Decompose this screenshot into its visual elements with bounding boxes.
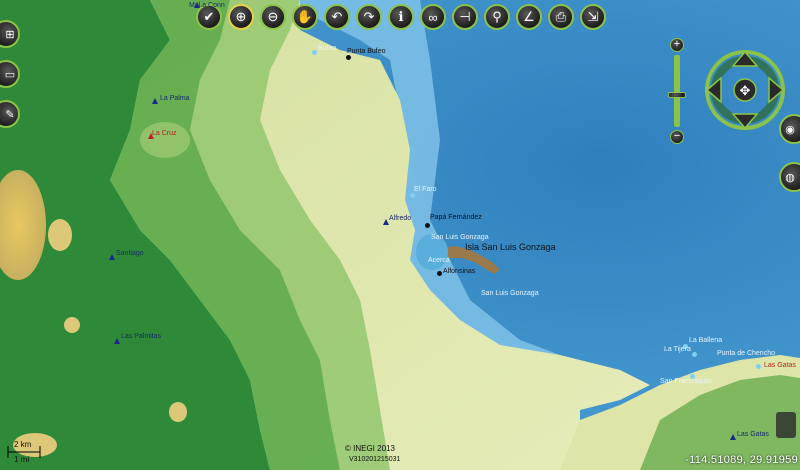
printer-icon: ⎙ (555, 9, 567, 24)
back-tool[interactable]: ↶ (324, 4, 350, 30)
map-canvas[interactable]: ✥ (0, 0, 800, 470)
place-label-la-tijera: La Tijera (664, 346, 691, 353)
place-label-las-gatas: Las Gatas (737, 431, 769, 438)
place-label-punta-chencho: Punta de Chencho (717, 350, 775, 357)
version-text: V310201215031 (349, 456, 401, 463)
pan-tool[interactable]: ✋ (292, 4, 318, 30)
pan-control[interactable]: ✥ (705, 50, 785, 130)
pencil-icon: ✎ (5, 108, 15, 121)
north-indicator (776, 412, 796, 438)
arrow-back-icon: ↶ (331, 9, 343, 24)
highland-patch (64, 317, 80, 333)
place-label-papa-fernandez: Papá Fernández (430, 214, 482, 221)
place-label-alfonsinas: Alfonsinas (443, 268, 476, 275)
place-label-las-gatas-top: Las Gatas (764, 362, 796, 369)
cursor-coordinates: -114.51089, 29.91959 (685, 454, 798, 466)
info-icon: ℹ (398, 9, 404, 24)
ruler-icon: ⊣ (459, 9, 471, 24)
export-icon: ⇲ (587, 9, 599, 24)
info-tool[interactable]: ℹ (388, 4, 414, 30)
place-marker (109, 254, 115, 260)
pushpin-icon: ⚲ (492, 9, 502, 24)
scale-label-km: 2 km (14, 440, 32, 449)
place-label-san-luis-gonzaga: San Luis Gonzaga (481, 290, 539, 297)
place-label-bufeo: Bufeo (318, 45, 337, 52)
place-marker (114, 338, 120, 344)
zoom-in-tool[interactable]: ⊕ (228, 4, 254, 30)
export-tool[interactable]: ⇲ (580, 4, 606, 30)
zoom-slider-track[interactable] (674, 55, 680, 127)
place-label-las-palmitas: Las Palmitas (121, 333, 162, 340)
tree-icon: ⊞ (5, 28, 15, 41)
place-marker (312, 50, 317, 55)
zoom-slider-handle[interactable] (668, 92, 686, 98)
place-label-alfredo: Alfredo (389, 215, 412, 222)
place-marker (425, 223, 430, 228)
measure-tool[interactable]: ⊣ (452, 4, 478, 30)
place-label-punta-bufeo: Punta Bufeo (347, 48, 386, 55)
place-marker (756, 364, 761, 369)
forward-tool[interactable]: ↷ (356, 4, 382, 30)
place-label-acerca: Acerca (428, 257, 450, 264)
place-marker (437, 271, 442, 276)
binoculars-icon: ∞ (428, 9, 438, 25)
highland-patch (169, 402, 187, 422)
place-marker (152, 98, 158, 104)
zoom-out-tool[interactable]: ⊖ (260, 4, 286, 30)
magnifier-plus-icon: ⊕ (235, 9, 247, 24)
arrow-forward-icon: ↷ (363, 9, 375, 24)
place-label-la-cruz: La Cruz (152, 130, 177, 137)
scale-label-mi: 1 mi (14, 455, 30, 464)
place-label-san-francisquito: San Francisquito (660, 378, 713, 385)
pin-tool[interactable]: ⚲ (484, 4, 510, 30)
highland-patch (48, 219, 72, 251)
print-tool[interactable]: ⎙ (548, 4, 574, 30)
place-marker (692, 352, 697, 357)
hand-icon: ✋ (296, 9, 314, 24)
copyright-text: © INEGI 2013 (345, 444, 395, 453)
svg-text:✥: ✥ (740, 84, 751, 99)
place-label-isla: Isla San Luis Gonzaga (465, 242, 556, 252)
place-label-el-faro: El Faro (414, 186, 437, 193)
angle-icon: ∠ (523, 9, 535, 24)
check-icon: ✔ (203, 9, 215, 24)
place-label-malaconn: Mal.a Conn (189, 2, 225, 9)
place-label-la-palma: La Palma (160, 95, 190, 102)
map-icon: ▭ (4, 68, 16, 81)
globe-icon: ◍ (785, 171, 795, 184)
zoom-out-button[interactable]: − (670, 130, 684, 144)
place-marker (730, 434, 736, 440)
place-label-la-ballena: La Ballena (689, 337, 723, 344)
zoom-in-button[interactable]: + (670, 38, 684, 52)
magnifier-minus-icon: ⊖ (267, 9, 279, 24)
eye-icon: ◉ (785, 123, 795, 136)
place-label-bay: San Luis Gonzaga (431, 234, 489, 241)
place-label-santiago: Santiago (116, 250, 144, 257)
binoculars-tool[interactable]: ∞ (420, 4, 446, 30)
angle-tool[interactable]: ∠ (516, 4, 542, 30)
highland-patch (140, 122, 190, 158)
